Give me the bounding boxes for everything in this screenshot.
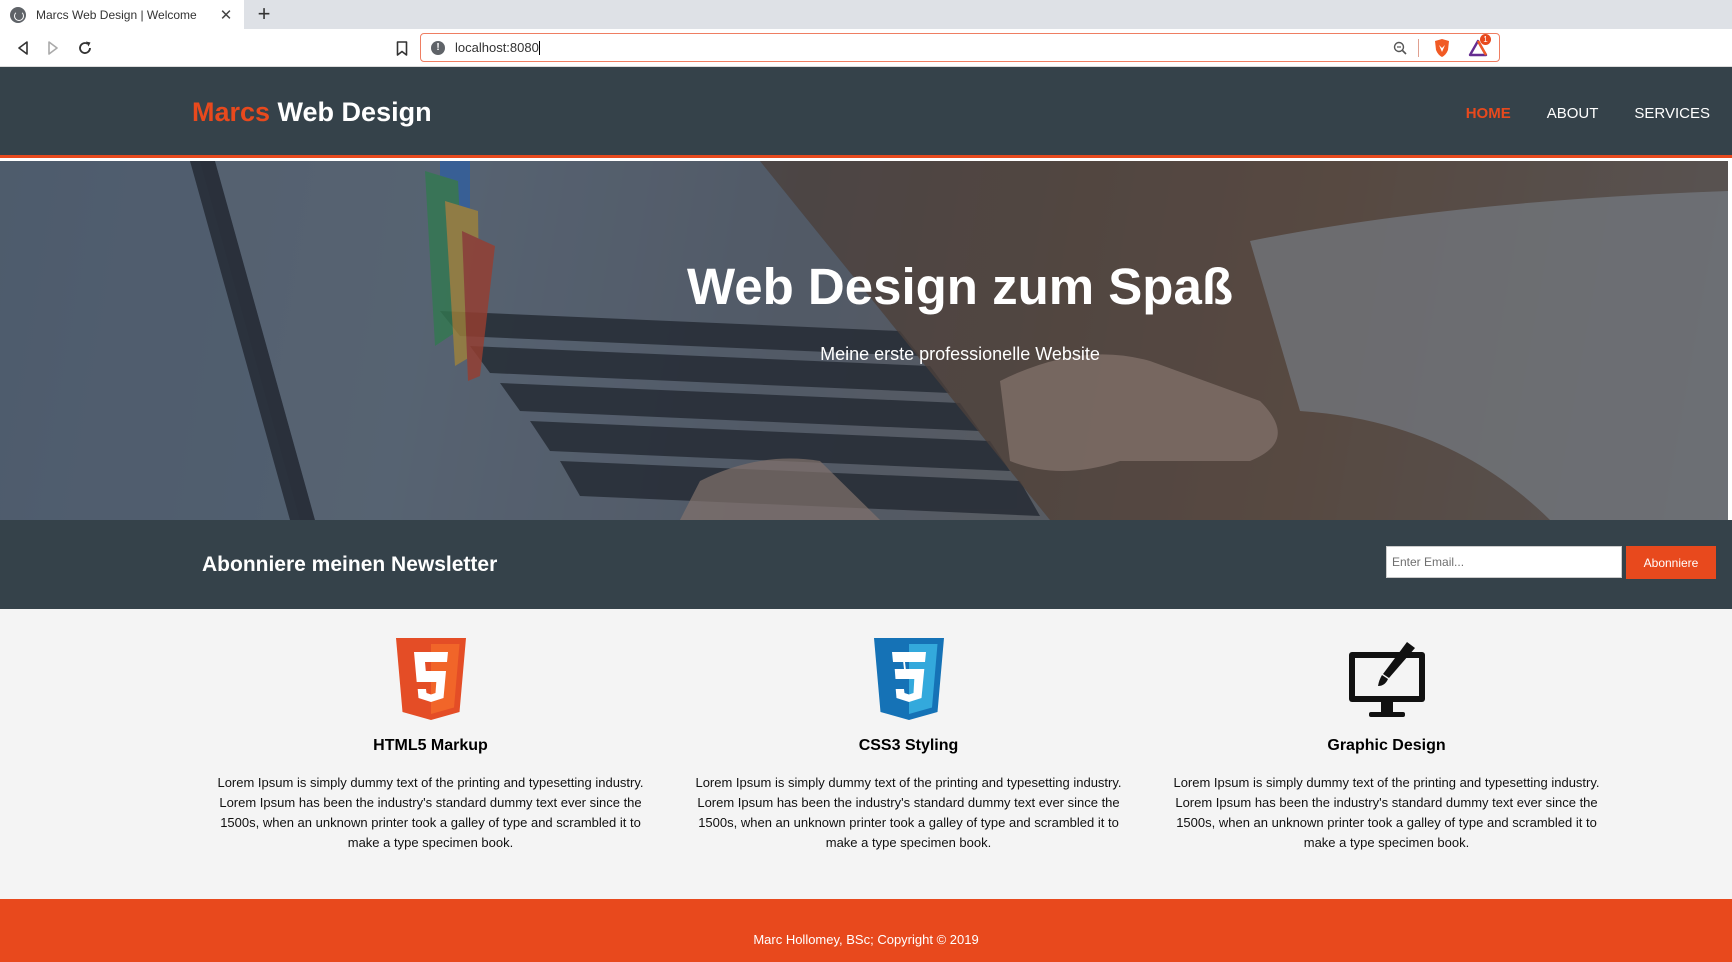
- site-footer: Marc Hollomey, BSc; Copyright © 2019: [0, 899, 1732, 962]
- main-nav: Home About Services: [1430, 105, 1710, 122]
- logo-text: Web Design: [270, 97, 432, 127]
- browser-tab[interactable]: Marcs Web Design | Welcome ✕: [0, 0, 244, 29]
- showcase-banner: Web Design zum Spaß Meine erste professi…: [0, 161, 1728, 520]
- address-bar[interactable]: ! localhost:8080 1: [420, 33, 1500, 62]
- newsletter-heading: Abonniere meinen Newsletter: [202, 553, 498, 576]
- feature-text: Lorem Ipsum is simply dummy text of the …: [695, 775, 1122, 850]
- nav-about[interactable]: About: [1547, 105, 1599, 122]
- nav-services[interactable]: Services: [1634, 105, 1710, 122]
- feature-text: Lorem Ipsum is simply dummy text of the …: [217, 775, 644, 850]
- css3-logo-icon: [864, 635, 954, 725]
- newsletter-section: Abonniere meinen Newsletter Abonniere: [0, 520, 1732, 609]
- site-logo[interactable]: Marcs Web Design: [192, 97, 432, 128]
- tab-title: Marcs Web Design | Welcome: [36, 7, 197, 22]
- forward-icon[interactable]: [42, 37, 64, 59]
- logo-highlight: Marcs: [192, 97, 271, 127]
- feature-box-css3: CSS3 Styling Lorem Ipsum is simply dummy…: [686, 635, 1131, 853]
- feature-title: CSS3 Styling: [858, 737, 959, 754]
- feature-text: Lorem Ipsum is simply dummy text of the …: [1173, 775, 1600, 850]
- url-text: localhost:8080: [455, 39, 539, 55]
- bookmark-icon[interactable]: [391, 37, 413, 59]
- showcase-subtitle: Meine erste professionelle Website: [820, 344, 1100, 364]
- url-field[interactable]: localhost:8080: [455, 40, 1390, 56]
- browser-tab-bar: Marcs Web Design | Welcome ✕ +: [0, 0, 1732, 29]
- zoom-icon[interactable]: [1390, 38, 1410, 58]
- brave-shield-icon[interactable]: [1431, 37, 1453, 59]
- nav-home[interactable]: Home: [1466, 105, 1511, 122]
- showcase-background-image: [0, 161, 1728, 520]
- brave-rewards-icon[interactable]: 1: [1467, 33, 1491, 59]
- subscribe-button[interactable]: Abonniere: [1626, 546, 1716, 579]
- feature-box-graphic-design: Graphic Design Lorem Ipsum is simply dum…: [1164, 635, 1609, 853]
- footer-copyright: Marc Hollomey, BSc; Copyright © 2019: [753, 932, 979, 947]
- showcase-title: Web Design zum Spaß: [687, 258, 1233, 315]
- feature-title: HTML5 Markup: [373, 737, 488, 754]
- features-section: HTML5 Markup Lorem Ipsum is simply dummy…: [0, 609, 1732, 899]
- page-scrollbar[interactable]: [1728, 161, 1732, 520]
- email-input[interactable]: [1386, 546, 1622, 578]
- browser-toolbar: ! localhost:8080 1: [0, 29, 1732, 67]
- close-tab-icon[interactable]: ✕: [218, 6, 234, 24]
- back-icon[interactable]: [12, 37, 34, 59]
- rewards-badge: 1: [1480, 33, 1491, 45]
- reload-icon[interactable]: [74, 37, 96, 59]
- feature-title: Graphic Design: [1327, 737, 1446, 754]
- globe-icon: [10, 6, 26, 23]
- feature-box-html5: HTML5 Markup Lorem Ipsum is simply dummy…: [208, 635, 653, 853]
- html5-logo-icon: [386, 635, 476, 725]
- new-tab-button[interactable]: +: [252, 2, 276, 26]
- site-header: Marcs Web Design Home About Services: [0, 67, 1732, 158]
- info-icon[interactable]: !: [431, 40, 445, 55]
- graphic-design-monitor-icon: [1342, 635, 1432, 725]
